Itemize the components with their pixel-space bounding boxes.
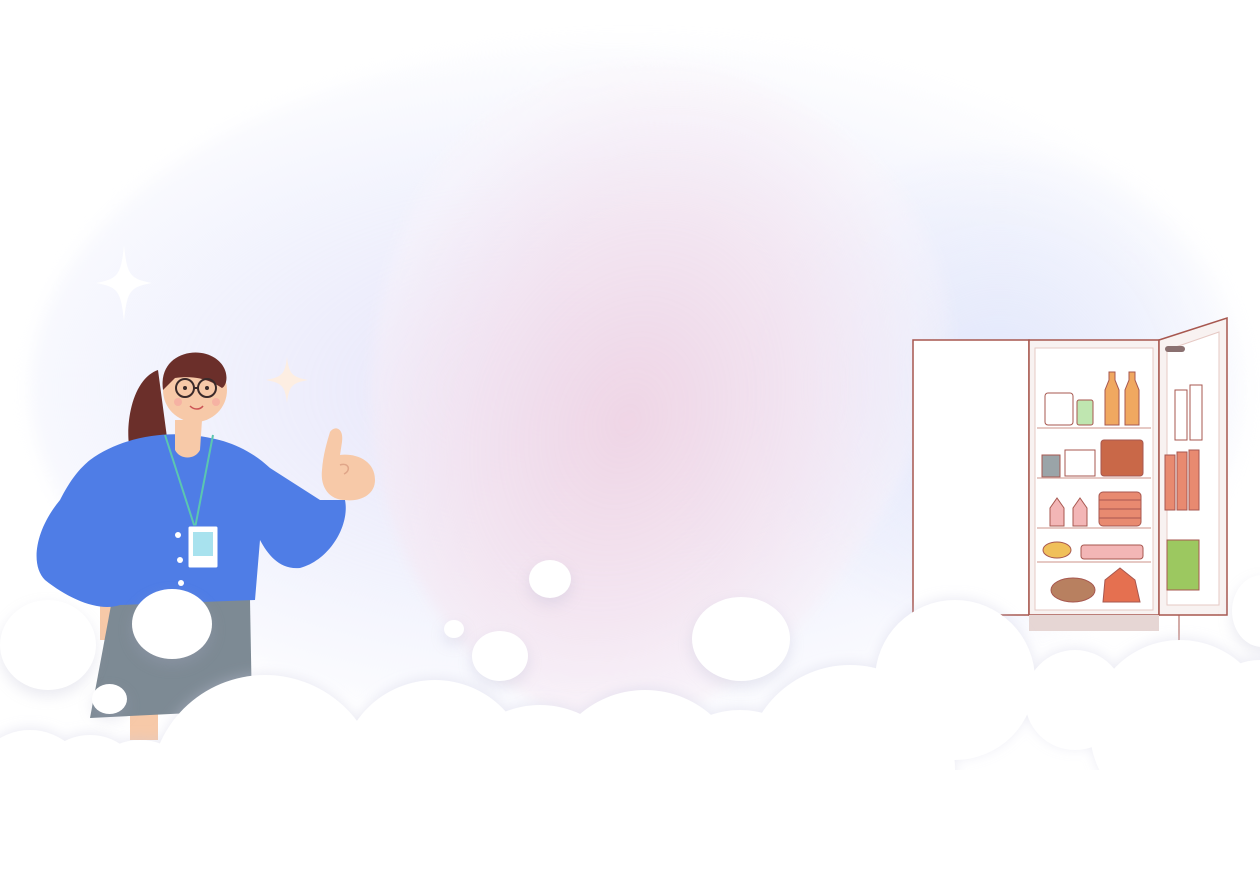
hero-illustration — [0, 0, 1260, 891]
cloud-floor — [0, 600, 1260, 891]
